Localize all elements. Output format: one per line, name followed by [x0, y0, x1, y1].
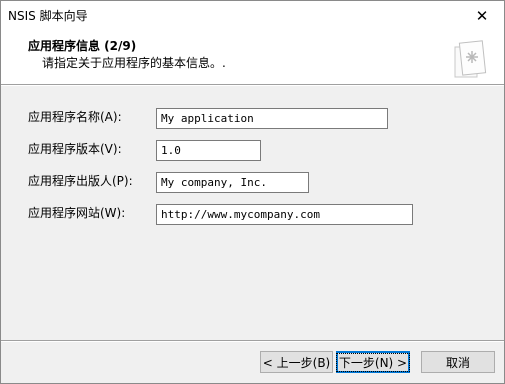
close-icon[interactable]: ✕: [460, 1, 504, 31]
app-name-label: 应用程序名称(A):: [28, 110, 122, 124]
wizard-window: NSIS 脚本向导 ✕ 应用程序信息 (2/9) 请指定关于应用程序的基本信息。…: [0, 0, 505, 384]
app-version-field[interactable]: 1.0: [156, 140, 261, 161]
title-bar: NSIS 脚本向导 ✕: [1, 1, 504, 31]
app-publisher-label: 应用程序出版人(P):: [28, 174, 133, 188]
app-version-label: 应用程序版本(V):: [28, 142, 122, 156]
app-website-label: 应用程序网站(W):: [28, 206, 126, 220]
footer-divider: [1, 340, 504, 342]
next-button-label: 下一步(N) >: [335, 352, 411, 372]
app-publisher-field[interactable]: My company, Inc.: [156, 172, 309, 193]
window-title: NSIS 脚本向导: [8, 9, 88, 23]
header-divider: [1, 84, 504, 86]
app-website-field[interactable]: http://www.mycompany.com: [156, 204, 413, 225]
cancel-button-label: 取消: [445, 355, 470, 370]
page-subtitle: 请指定关于应用程序的基本信息。.: [42, 56, 226, 70]
app-name-field[interactable]: My application: [156, 108, 388, 129]
page-title: 应用程序信息 (2/9): [28, 39, 137, 53]
wizard-book-icon: [454, 40, 487, 78]
cancel-button[interactable]: 取消: [421, 351, 495, 373]
wizard-header: 应用程序信息 (2/9) 请指定关于应用程序的基本信息。.: [1, 31, 504, 84]
back-button-label: < 上一步(B): [262, 355, 331, 370]
back-button[interactable]: < 上一步(B): [260, 351, 333, 373]
next-button[interactable]: 下一步(N) >: [335, 351, 411, 373]
